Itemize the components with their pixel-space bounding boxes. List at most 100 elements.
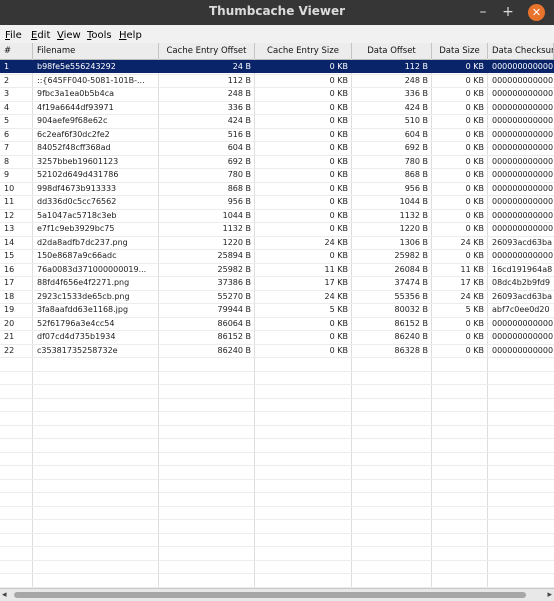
table-cell-data-checksum: 000000000000 bbox=[492, 345, 554, 355]
table-cell-data-checksum: 000000000000 bbox=[492, 75, 554, 85]
row-divider bbox=[0, 532, 554, 534]
column-header-data-size[interactable]: Data Size bbox=[432, 43, 488, 59]
table-cell-data-size: 24 KB bbox=[460, 291, 484, 301]
window-title: Thumbcache Viewer bbox=[208, 4, 346, 18]
table-cell-data-offset: 1220 B bbox=[399, 224, 428, 233]
table-row[interactable]: 15 150e8687a9c66adc 25894 B 0 KB 25982 B 0 KB… bbox=[0, 249, 554, 262]
column-header-index[interactable]: # bbox=[0, 43, 33, 59]
close-button[interactable]: ✕ bbox=[528, 4, 545, 21]
table-cell-data-offset: 510 B bbox=[404, 116, 428, 125]
column-header-cache-entry-size[interactable]: Cache Entry Size bbox=[255, 43, 352, 59]
table-cell-filename: 3fa8aafdd63e1168.jpg bbox=[37, 305, 129, 314]
table-cell-filename: d2da8adfb7dc237.png bbox=[37, 237, 128, 247]
table-cell-index: 10 bbox=[4, 183, 15, 193]
table-cell-cache-entry-size: 0 KB bbox=[329, 251, 348, 260]
table-cell-data-checksum: 000000000000 bbox=[492, 251, 554, 260]
table-cell-index: 20 bbox=[4, 318, 15, 328]
table-row[interactable]: 5 904aefe9f68e62c 424 B 0 KB 510 B 0 KB 000000… bbox=[0, 114, 554, 127]
menu-mnemonic: H bbox=[119, 30, 127, 41]
table-cell-data-checksum: 000000000000 bbox=[492, 332, 554, 341]
menu-bar: File Edit View Tools Help bbox=[0, 25, 554, 43]
column-header-data-checksum[interactable]: Data Checksum bbox=[488, 43, 554, 59]
table-cell-filename: 52102d649d431786 bbox=[37, 170, 119, 179]
column-header-data-offset[interactable]: Data Offset bbox=[352, 43, 432, 59]
table-row[interactable]: 21 df07cd4d735b1934 86152 B 0 KB 86240 B 0 KB… bbox=[0, 330, 554, 343]
table-row[interactable]: 11 dd336d0c5cc76562 956 B 0 KB 1044 B 0 KB 000… bbox=[0, 195, 554, 208]
table-row[interactable]: 3 9fbc3a1ea0b5b4ca 248 B 0 KB 336 B 0 KB 00000… bbox=[0, 87, 554, 100]
table-cell-filename: 88fd4f656e4f2271.png bbox=[37, 278, 130, 287]
table-cell-index: 18 bbox=[4, 291, 15, 301]
table-cell-cache-entry-offset: 79944 B bbox=[217, 305, 251, 314]
column-header-cache-entry-offset[interactable]: Cache Entry Offset bbox=[159, 43, 255, 59]
table-cell-cache-entry-offset: 1132 B bbox=[222, 224, 251, 233]
scroll-left-icon[interactable]: ◂ bbox=[2, 590, 7, 600]
table-cell-data-offset: 37474 B bbox=[394, 278, 428, 287]
table-row[interactable]: 22 c35381735258732e 86240 B 0 KB 86328 B 0 KB… bbox=[0, 344, 554, 357]
table-cell-filename: 150e8687a9c66adc bbox=[37, 251, 117, 260]
table-cell-index: 12 bbox=[4, 210, 15, 220]
table-cell-data-size: 0 KB bbox=[465, 75, 484, 85]
table-row[interactable]: 13 e7f1c9eb3929bc75 1132 B 0 KB 1220 B 0 KB 00… bbox=[0, 222, 554, 235]
table-row[interactable]: 16 76a0083d371000000019... 25982 B 11 KB 260… bbox=[0, 263, 554, 276]
menu-edit[interactable]: Edit bbox=[31, 30, 50, 41]
table-cell-data-size: 0 KB bbox=[465, 143, 484, 152]
table-cell-cache-entry-size: 11 KB bbox=[324, 264, 348, 274]
table-cell-cache-entry-offset: 604 B bbox=[227, 143, 251, 152]
table-row[interactable]: 6 6c2eaf6f30dc2fe2 516 B 0 KB 604 B 0 KB 00000… bbox=[0, 128, 554, 141]
table-row[interactable]: 17 88fd4f656e4f2271.png 37386 B 17 KB 37474 … bbox=[0, 276, 554, 289]
row-divider bbox=[0, 559, 554, 561]
table-row[interactable]: 12 5a1047ac5718c3eb 1044 B 0 KB 1132 B 0 KB 00… bbox=[0, 209, 554, 222]
table-cell-data-offset: 26084 B bbox=[394, 264, 428, 274]
table-cell-data-checksum: 000000000000 bbox=[492, 183, 554, 193]
table-row[interactable]: 1 b98fe5e556243292 24 B 0 KB 112 B 0 KB 000000… bbox=[0, 60, 554, 73]
row-divider bbox=[0, 478, 554, 480]
table-row[interactable]: 14 d2da8adfb7dc237.png 1220 B 24 KB 1306 B 24… bbox=[0, 236, 554, 249]
table-row[interactable]: 7 84052f48cff368ad 604 B 0 KB 692 B 0 KB 00000… bbox=[0, 141, 554, 154]
table-cell-cache-entry-size: 0 KB bbox=[329, 170, 348, 179]
minimize-button[interactable]: – bbox=[474, 3, 492, 21]
table-cell-data-size: 0 KB bbox=[465, 210, 484, 220]
table-cell-index: 22 bbox=[4, 345, 15, 355]
menu-tools[interactable]: Tools bbox=[87, 30, 112, 41]
scroll-right-icon[interactable]: ▸ bbox=[547, 590, 552, 600]
row-divider bbox=[0, 546, 554, 547]
table-cell-cache-entry-offset: 55270 B bbox=[217, 291, 251, 301]
table-cell-data-offset: 86152 B bbox=[394, 318, 428, 328]
table-row[interactable]: 2::{645FF040-5081-101B-... 112 B 0 KB 248 B… bbox=[0, 74, 554, 87]
table-cell-data-offset: 868 B bbox=[404, 170, 428, 179]
table-cell-data-size: 11 KB bbox=[460, 264, 484, 274]
table-cell-cache-entry-offset: 692 B bbox=[227, 156, 251, 166]
table-row[interactable]: 4 4f19a6644df93971 336 B 0 KB 424 B 0 KB 00000… bbox=[0, 101, 554, 114]
column-header-filename[interactable]: Filename bbox=[33, 43, 159, 59]
table-cell-data-size: 0 KB bbox=[465, 116, 484, 125]
table-cell-filename: 76a0083d371000000019... bbox=[37, 264, 147, 274]
table-cell-data-size: 0 KB bbox=[465, 318, 484, 328]
horizontal-scrollbar[interactable]: ◂ ▸ bbox=[0, 588, 554, 601]
table-cell-cache-entry-offset: 25982 B bbox=[217, 264, 251, 274]
table-cell-filename: 5a1047ac5718c3eb bbox=[37, 210, 117, 220]
table-header: # Filename Cache Entry Offset Cache Entry S… bbox=[0, 43, 554, 60]
table-cell-data-checksum: 16cd191964a8 bbox=[492, 264, 553, 274]
scrollbar-thumb[interactable] bbox=[14, 592, 526, 598]
table-cell-index: 4 bbox=[4, 102, 10, 112]
maximize-button[interactable]: + bbox=[499, 3, 517, 21]
table-row[interactable]: 10 998df4673b913333 868 B 0 KB 956 B 0 KB 0000… bbox=[0, 182, 554, 195]
menu-file[interactable]: File bbox=[5, 30, 22, 41]
table-cell-data-size: 24 KB bbox=[460, 237, 484, 247]
table-cell-index: 17 bbox=[4, 278, 15, 287]
menu-help[interactable]: Help bbox=[119, 30, 142, 41]
table-cell-filename: 52f61796a3e4cc54 bbox=[37, 318, 115, 328]
table-row[interactable]: 9 52102d649d431786 780 B 0 KB 868 B 0 KB 00000… bbox=[0, 168, 554, 181]
table-cell-data-offset: 55356 B bbox=[394, 291, 428, 301]
table-row[interactable]: 19 3fa8aafdd63e1168.jpg 79944 B 5 KB 80032 B… bbox=[0, 303, 554, 316]
table-row[interactable]: 8 3257bbeb19601123 692 B 0 KB 780 B 0 KB 00000… bbox=[0, 155, 554, 168]
table-row[interactable]: 20 52f61796a3e4cc54 86064 B 0 KB 86152 B 0 KB… bbox=[0, 317, 554, 330]
table-row[interactable]: 18 2923c1533de65cb.png 55270 B 24 KB 55356 B… bbox=[0, 290, 554, 303]
table-cell-filename: b98fe5e556243292 bbox=[37, 62, 116, 71]
menu-view[interactable]: View bbox=[57, 30, 81, 41]
table-cell-data-size: 5 KB bbox=[465, 305, 484, 314]
table-cell-cache-entry-size: 0 KB bbox=[329, 332, 348, 341]
table-cell-filename: e7f1c9eb3929bc75 bbox=[37, 224, 115, 233]
row-divider bbox=[0, 411, 554, 412]
table-cell-index: 6 bbox=[4, 129, 10, 139]
